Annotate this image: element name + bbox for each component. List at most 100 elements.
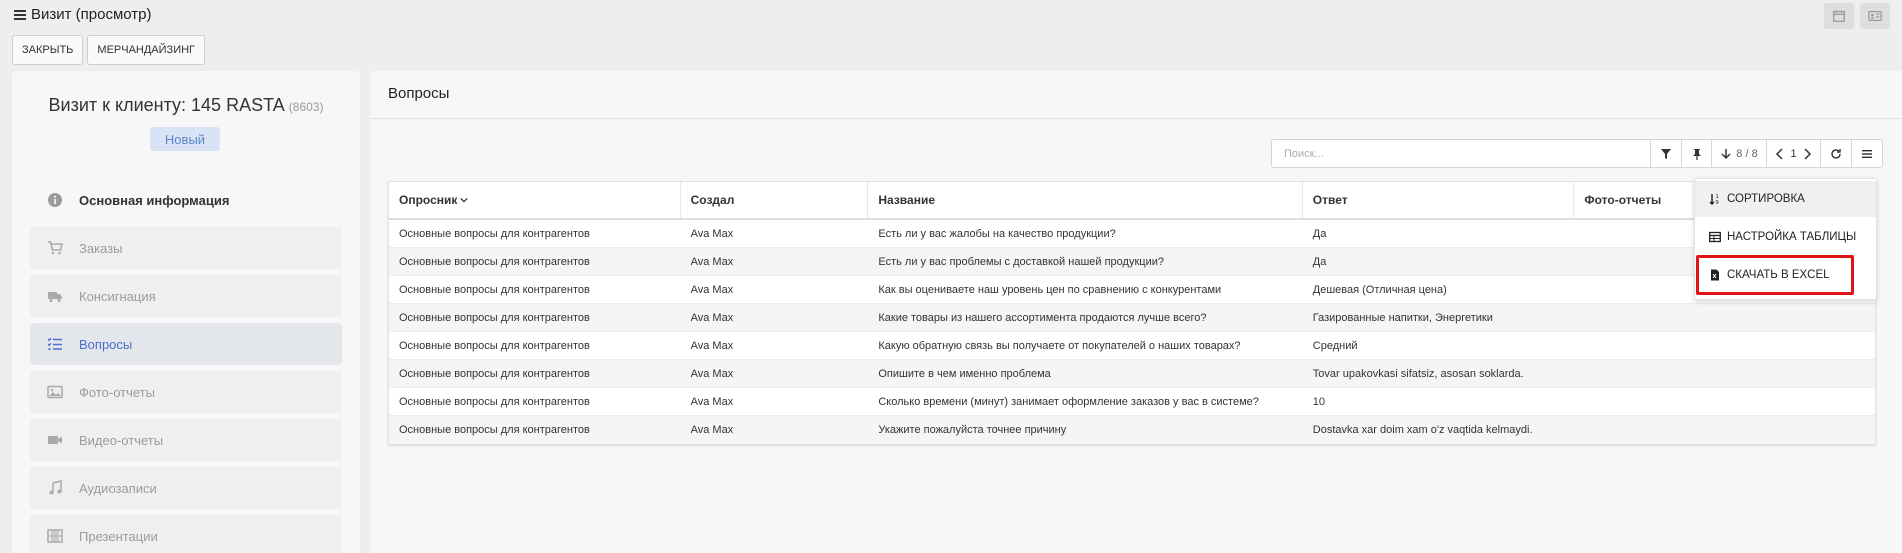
search-input[interactable] <box>1271 139 1651 168</box>
page-title: Визит (просмотр) <box>14 6 152 23</box>
sidebar-item-label: Консигнация <box>79 288 156 304</box>
table-cell: Какие товары из нашего ассортимента прод… <box>878 311 1207 324</box>
table-cell: Дешевая (Отличная цена) <box>1312 283 1447 296</box>
action-bar: ЗАКРЫТЬ МЕРЧАНДАЙЗИНГ <box>12 35 205 65</box>
divider <box>370 118 1902 119</box>
table-cell: Ava Max <box>690 283 734 296</box>
table-cell: Средний <box>1312 339 1358 352</box>
info-icon <box>46 191 64 209</box>
highlight-box <box>1696 255 1854 295</box>
film-icon <box>46 527 64 545</box>
table-row[interactable]: Основные вопросы для контрагентов Ava Ma… <box>389 332 1875 360</box>
hamburger-icon <box>1862 149 1872 158</box>
table-cell: Основные вопросы для контрагентов <box>399 395 590 408</box>
pin-button[interactable] <box>1682 139 1712 168</box>
sidebar-item-label: Видео-отчеты <box>79 432 164 448</box>
table-row[interactable]: Основные вопросы для контрагентов Ava Ma… <box>389 304 1875 332</box>
id-card-icon[interactable] <box>1860 3 1890 29</box>
table-row[interactable]: Основные вопросы для контрагентов Ava Ma… <box>389 248 1875 276</box>
sidebar-item-label: Основная информация <box>79 192 230 208</box>
sidebar-item-presentations[interactable]: Презентации <box>30 515 342 553</box>
table-cell: Есть ли у вас жалобы на качество продукц… <box>878 227 1116 240</box>
column-header-survey[interactable]: Опросник <box>389 182 681 218</box>
record-count: 8 / 8 <box>1712 139 1767 168</box>
visit-code: (8603) <box>288 100 324 114</box>
merchandising-button[interactable]: МЕРЧАНДАЙЗИНГ <box>87 35 205 65</box>
menu-item-label: НАСТРОЙКА ТАБЛИЦЫ <box>1727 231 1857 243</box>
filter-button[interactable] <box>1651 139 1682 168</box>
visit-title: Визит к клиенту: 145 RASTA (8603) <box>12 95 360 116</box>
table-cell: Укажите пожалуйста точнее причину <box>878 424 1067 436</box>
hamburger-menu-icon[interactable] <box>14 9 26 20</box>
pagination: 1 <box>1767 139 1821 168</box>
table-cell: 10 <box>1312 395 1326 408</box>
chevron-down-icon <box>460 197 469 203</box>
table-cell: Основные вопросы для контрагентов <box>399 311 590 324</box>
column-label: Опросник <box>399 193 458 207</box>
truck-icon <box>46 287 64 305</box>
column-header-created-by[interactable]: Создал <box>681 182 869 218</box>
table-row[interactable]: Основные вопросы для контрагентов Ava Ma… <box>389 276 1875 304</box>
table-row[interactable]: Основные вопросы для контрагентов Ava Ma… <box>389 220 1875 248</box>
close-button[interactable]: ЗАКРЫТЬ <box>12 35 84 65</box>
table-cell: Ava Max <box>690 395 734 408</box>
table-cell: Газированные напитки, Энергетики <box>1312 311 1493 324</box>
table-cell: Да <box>1312 255 1327 268</box>
table-cell: Ava Max <box>690 339 734 352</box>
arrow-down-icon <box>1721 148 1731 159</box>
sidebar-item-label: Заказы <box>79 240 123 256</box>
table-cell: Основные вопросы для контрагентов <box>399 227 590 240</box>
column-header-answer[interactable]: Ответ <box>1303 182 1575 218</box>
panel-title: Вопросы <box>388 85 450 102</box>
table-icon <box>1709 231 1721 243</box>
video-icon <box>46 431 64 449</box>
table-cell: Tovar upakovkasi sifatsiz, asosan soklar… <box>1312 367 1524 380</box>
sidebar-item-questions[interactable]: Вопросы <box>30 323 342 365</box>
menu-item-sort[interactable]: 19 СОРТИРОВКА <box>1695 181 1876 217</box>
calendar-icon[interactable] <box>1824 3 1854 29</box>
table-cell: Основные вопросы для контрагентов <box>399 424 590 436</box>
table-cell: Опишите в чем именно проблема <box>878 367 1051 380</box>
table-cell: Основные вопросы для контрагентов <box>399 283 590 296</box>
menu-button[interactable] <box>1852 139 1883 168</box>
sidebar-item-orders[interactable]: Заказы <box>30 227 342 269</box>
sidebar-nav: Основная информация Заказы Консигнация В… <box>30 179 342 553</box>
table-cell: Ava Max <box>690 311 734 324</box>
chevron-right-icon[interactable] <box>1801 147 1813 160</box>
table-row[interactable]: Основные вопросы для контрагентов Ava Ma… <box>389 388 1875 416</box>
sidebar-item-label: Вопросы <box>79 336 133 352</box>
sidebar-item-consignment[interactable]: Консигнация <box>30 275 342 317</box>
record-count-text: 8 / 8 <box>1736 147 1758 160</box>
filter-icon <box>1661 148 1671 159</box>
menu-item-table-settings[interactable]: НАСТРОЙКА ТАБЛИЦЫ <box>1695 219 1876 255</box>
pin-icon <box>1692 148 1701 160</box>
status-badge: Новый <box>150 127 220 151</box>
table-cell: Основные вопросы для контрагентов <box>399 367 590 380</box>
refresh-button[interactable] <box>1821 139 1852 168</box>
chevron-left-icon[interactable] <box>1774 147 1786 160</box>
table-cell: Ava Max <box>690 424 734 436</box>
sort-icon: 19 <box>1709 194 1719 205</box>
table-toolbar: 8 / 8 1 <box>1651 139 1883 168</box>
table-cell: Основные вопросы для контрагентов <box>399 339 590 352</box>
sidebar-item-video-reports[interactable]: Видео-отчеты <box>30 419 342 461</box>
table-cell: Ava Max <box>690 227 734 240</box>
table-cell: Да <box>1312 227 1327 240</box>
table-row[interactable]: Основные вопросы для контрагентов Ava Ma… <box>389 360 1875 388</box>
sidebar-item-photo-reports[interactable]: Фото-отчеты <box>30 371 342 413</box>
sidebar-item-label: Аудиозаписи <box>79 480 157 496</box>
sidebar-item-audio[interactable]: Аудиозаписи <box>30 467 342 509</box>
sidebar-item-main-info[interactable]: Основная информация <box>30 179 342 221</box>
cart-icon <box>46 239 64 257</box>
visit-sidebar: Визит к клиенту: 145 RASTA (8603) Новый … <box>12 71 360 553</box>
column-header-name[interactable]: Название <box>868 182 1303 218</box>
image-icon <box>46 383 64 401</box>
visit-title-text: Визит к клиенту: 145 RASTA <box>48 95 284 115</box>
table-cell: Есть ли у вас проблемы с доставкой нашей… <box>878 255 1164 268</box>
refresh-icon <box>1831 148 1841 159</box>
table-body: Основные вопросы для контрагентов Ava Ma… <box>389 220 1875 444</box>
sidebar-item-label: Презентации <box>79 528 158 544</box>
table-row[interactable]: Основные вопросы для контрагентов Ava Ma… <box>389 416 1875 444</box>
questions-table: Опросник Создал Название Ответ Фото-отче… <box>388 181 1876 445</box>
questions-panel: Вопросы 8 / 8 1 Опросник <box>370 71 1902 553</box>
